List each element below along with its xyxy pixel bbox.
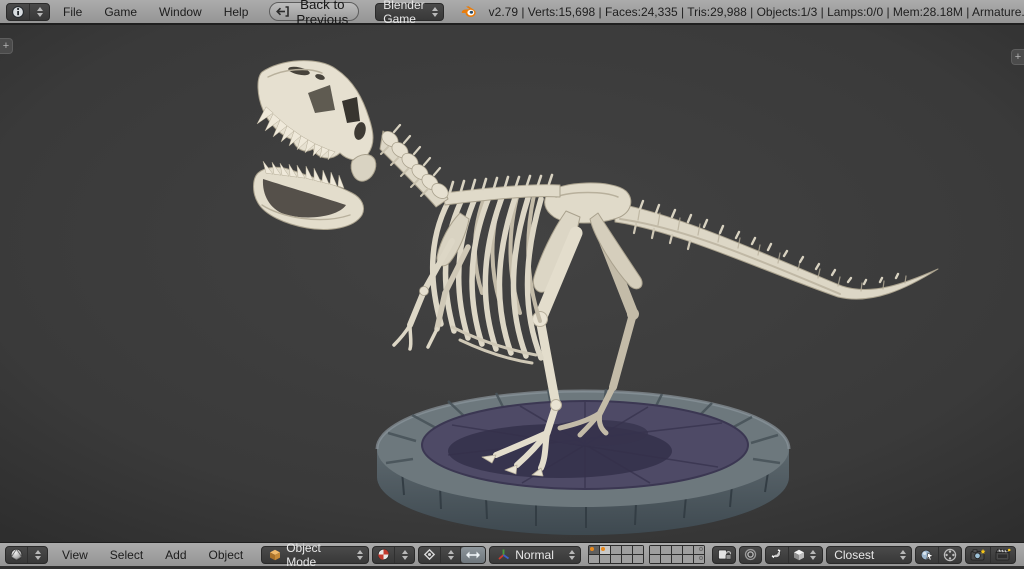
layer-14[interactable] <box>622 555 632 563</box>
engine-spinner[interactable] <box>432 7 440 17</box>
ball-cursor-icon <box>920 548 934 562</box>
menu-game[interactable]: Game <box>93 5 148 19</box>
snap-group <box>765 546 823 564</box>
layers-group-1[interactable] <box>588 545 644 564</box>
shading-sphere-icon <box>373 547 395 563</box>
viewport-shading-select[interactable] <box>372 546 415 564</box>
info-header-bar: File Game Window Help Back to Previous B… <box>0 0 1024 25</box>
menu-help[interactable]: Help <box>213 5 260 19</box>
layer-3[interactable] <box>611 546 621 554</box>
snap-self-toggle[interactable] <box>939 547 961 563</box>
opengl-render-anim-button[interactable] <box>991 547 1015 563</box>
menu-view[interactable]: View <box>51 548 99 562</box>
layer-5[interactable] <box>633 546 643 554</box>
render-engine-select[interactable]: Blender Game <box>375 3 443 21</box>
scene-lock-button[interactable] <box>712 546 736 564</box>
layer-9[interactable] <box>683 546 693 554</box>
pivot-diamond-icon[interactable] <box>419 547 441 563</box>
shading-spinner[interactable] <box>402 550 410 560</box>
layer-4[interactable] <box>622 546 632 554</box>
clapperboard-icon <box>995 548 1011 561</box>
layer-6[interactable] <box>650 546 660 554</box>
tool-shelf-toggle[interactable]: + <box>0 38 13 54</box>
3d-viewport[interactable]: + + <box>0 25 1024 542</box>
interaction-mode-select[interactable]: Object Mode <box>261 546 369 564</box>
layer-2[interactable] <box>600 546 610 554</box>
menu-object[interactable]: Object <box>198 548 255 562</box>
magnet-icon[interactable] <box>766 547 789 563</box>
info-circle-icon <box>7 4 30 20</box>
editor-type-select[interactable] <box>6 3 50 21</box>
layer-15[interactable] <box>633 555 643 563</box>
axis-icon <box>497 548 510 561</box>
layer-13[interactable] <box>611 555 621 563</box>
snap-target-value: Closest <box>834 548 874 562</box>
align-rotation-toggle[interactable] <box>916 547 939 563</box>
mode-value: Object Mode <box>286 541 350 569</box>
snap-cube-icon <box>793 549 805 561</box>
layer-12[interactable] <box>600 555 610 563</box>
opengl-render-group <box>965 546 1016 564</box>
layer-19[interactable] <box>683 555 693 563</box>
mode-spinner[interactable] <box>357 550 365 560</box>
scene-lock-icon <box>713 547 735 563</box>
stone-pedestal <box>377 389 789 535</box>
blender-logo-icon <box>460 4 477 19</box>
menu-select[interactable]: Select <box>99 548 154 562</box>
transform-orientation-select[interactable]: Normal <box>489 546 581 564</box>
snap-options-group <box>915 546 962 564</box>
viewport-menu: View Select Add Object <box>51 548 254 562</box>
layers-widget <box>588 545 705 564</box>
viewport-header-bar: View Select Add Object Object Mode <box>0 542 1024 566</box>
trex-skeleton-scene <box>0 25 1024 542</box>
layer-11[interactable] <box>589 555 599 563</box>
layers-group-2[interactable] <box>649 545 705 564</box>
3d-viewport-sphere-icon <box>6 547 28 563</box>
snap-target-spinner[interactable] <box>900 550 908 560</box>
pivot-spinner[interactable] <box>448 550 456 560</box>
cube-icon <box>269 549 281 561</box>
viewport-editor-spinner[interactable] <box>35 550 43 560</box>
top-menu: File Game Window Help <box>52 5 259 19</box>
layer-17[interactable] <box>661 555 671 563</box>
menu-add[interactable]: Add <box>154 548 197 562</box>
snap-element-select[interactable] <box>789 547 822 563</box>
back-to-previous-button[interactable]: Back to Previous <box>269 2 359 21</box>
properties-panel-toggle[interactable]: + <box>1011 49 1024 65</box>
menu-window[interactable]: Window <box>148 5 213 19</box>
viewport-editor-type-select[interactable] <box>5 546 48 564</box>
orientation-spinner[interactable] <box>569 550 577 560</box>
layer-18[interactable] <box>672 555 682 563</box>
back-button-label: Back to Previous <box>296 0 348 27</box>
menu-file[interactable]: File <box>52 5 93 19</box>
editor-type-spinner[interactable] <box>37 7 45 17</box>
scene-statistics: v2.79 | Verts:15,698 | Faces:24,335 | Tr… <box>489 5 1024 19</box>
back-arrow-icon <box>276 6 290 17</box>
layer-16[interactable] <box>650 555 660 563</box>
proportional-edit-button[interactable] <box>739 546 762 564</box>
layer-7[interactable] <box>661 546 671 554</box>
orientation-value: Normal <box>515 548 554 562</box>
proportional-circle-icon <box>740 547 761 563</box>
snap-target-select[interactable]: Closest <box>826 546 912 564</box>
opengl-render-image-button[interactable] <box>966 547 991 563</box>
layer-10[interactable] <box>694 546 704 554</box>
translate-manipulator-toggle[interactable] <box>461 547 485 563</box>
pivot-and-manipulator-group <box>418 546 486 564</box>
reel-icon <box>943 548 957 562</box>
layer-8[interactable] <box>672 546 682 554</box>
engine-value: Blender Game <box>383 0 424 26</box>
camera-icon <box>970 548 986 561</box>
layer-20[interactable] <box>694 555 704 563</box>
layer-1[interactable] <box>589 546 599 554</box>
snap-element-spinner[interactable] <box>810 550 818 560</box>
